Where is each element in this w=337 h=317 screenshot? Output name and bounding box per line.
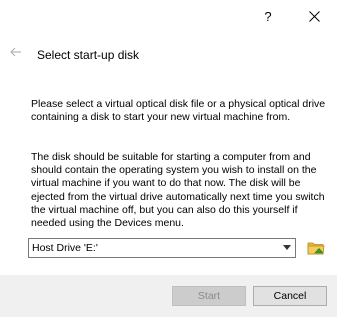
instruction-paragraph: Please select a virtual optical disk fil…: [31, 98, 326, 124]
page-title: Select start-up disk: [37, 48, 140, 62]
close-icon: [308, 10, 320, 22]
choose-disk-button[interactable]: [305, 237, 327, 259]
disk-select-value: Host Drive 'E:': [32, 242, 98, 254]
close-button[interactable]: [291, 0, 337, 32]
folder-icon: [307, 242, 325, 255]
dropdown-arrow-icon: [283, 245, 291, 250]
help-button[interactable]: ?: [245, 0, 291, 32]
help-label: ?: [264, 8, 272, 24]
start-button[interactable]: Start: [172, 286, 246, 306]
back-button[interactable]: [8, 44, 24, 60]
disk-select[interactable]: Host Drive 'E:': [28, 238, 296, 258]
cancel-button[interactable]: Cancel: [253, 286, 327, 306]
description-paragraph: The disk should be suitable for starting…: [31, 151, 325, 230]
button-bar: Start Cancel: [0, 275, 337, 317]
back-arrow-icon: [10, 47, 21, 57]
title-bar: ?: [0, 0, 337, 32]
wizard-header: Select start-up disk: [0, 38, 337, 70]
